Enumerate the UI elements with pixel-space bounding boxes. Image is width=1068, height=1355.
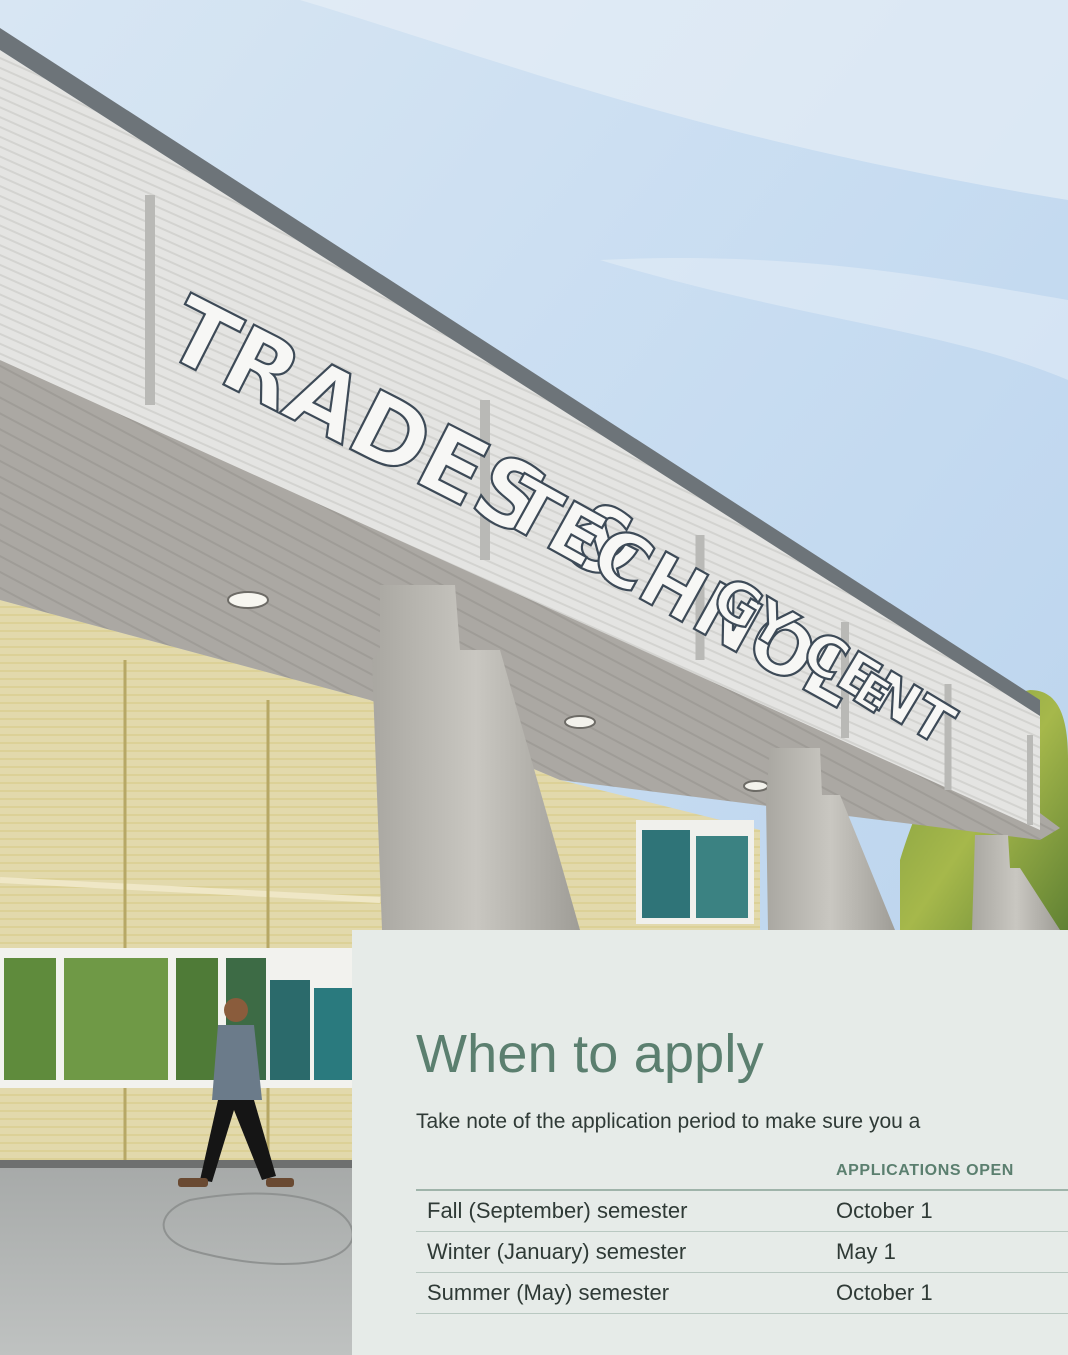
table-row: Fall (September) semester October 1 <box>416 1190 1068 1232</box>
semester-cell: Winter (January) semester <box>416 1231 836 1273</box>
application-schedule-table: APPLICATIONS OPEN Fall (September) semes… <box>416 1162 1068 1314</box>
section-title: When to apply <box>416 1024 764 1084</box>
when-to-apply-card: When to apply Take note of the applicati… <box>352 930 1068 1355</box>
column-header-semester <box>416 1162 836 1191</box>
semester-cell: Fall (September) semester <box>416 1190 836 1232</box>
open-date-cell: October 1 <box>836 1272 1068 1314</box>
table-row: Summer (May) semester October 1 <box>416 1272 1068 1314</box>
open-date-cell: May 1 <box>836 1231 1068 1273</box>
semester-cell: Summer (May) semester <box>416 1272 836 1314</box>
section-intro: Take note of the application period to m… <box>416 1110 921 1133</box>
column-header-applications-open: APPLICATIONS OPEN <box>836 1162 1068 1191</box>
table-row: Winter (January) semester May 1 <box>416 1231 1068 1273</box>
open-date-cell: October 1 <box>836 1190 1068 1232</box>
table-header-row: APPLICATIONS OPEN <box>416 1162 1068 1191</box>
